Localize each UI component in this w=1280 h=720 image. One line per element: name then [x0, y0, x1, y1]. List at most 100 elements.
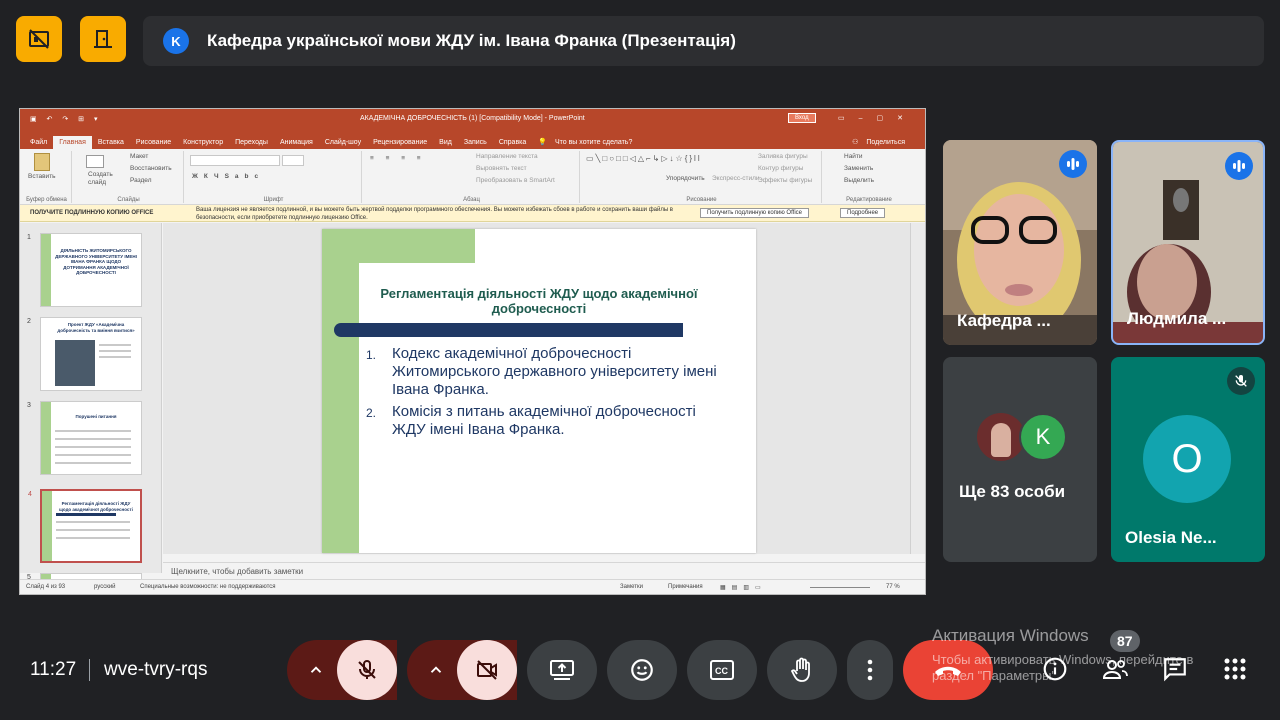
captions-icon: CC — [710, 660, 734, 680]
slide-thumbnail[interactable]: 1 ДІЯЛЬНІСТЬ ЖИТОМИРСЬКОГО ДЕРЖАВНОГО УН… — [27, 233, 142, 307]
emoji-icon — [631, 659, 653, 681]
window-controls[interactable]: ▭–▢✕ — [838, 114, 917, 122]
tab-view[interactable]: Вид — [433, 136, 458, 149]
font-size-box[interactable] — [282, 155, 304, 166]
participant-tile[interactable]: Кафедра ... — [943, 140, 1097, 345]
ppt-login-button[interactable]: Вход — [788, 113, 816, 123]
tab-design[interactable]: Конструктор — [177, 136, 229, 149]
captions-button[interactable]: CC — [687, 640, 757, 700]
tab-home[interactable]: Главная — [53, 136, 92, 149]
new-slide-button[interactable]: Создать слайд — [88, 171, 118, 187]
tab-slideshow[interactable]: Слайд-шоу — [319, 136, 367, 149]
tab-review[interactable]: Рецензирование — [367, 136, 433, 149]
slide-thumbnail[interactable]: 3 Порушені питання — [27, 401, 142, 475]
language-indicator[interactable]: русский — [94, 584, 116, 590]
participant-tile[interactable]: Людмила ... — [1111, 140, 1265, 345]
exit-presentation-button[interactable] — [80, 16, 126, 62]
tab-insert[interactable]: Вставка — [92, 136, 130, 149]
tell-me-search[interactable]: 💡 Что вы хотите сделать? — [532, 135, 644, 149]
camera-toggle-button[interactable] — [457, 640, 517, 700]
paragraph-label: Абзац — [463, 197, 480, 203]
license-more-button[interactable]: Подробнее — [840, 208, 886, 218]
presentation-off-button[interactable] — [16, 16, 62, 62]
more-options-button[interactable] — [847, 640, 893, 700]
slide-thumbnail[interactable]: 2 Проект ЖДУ «Академічна доброчесність т… — [27, 317, 142, 391]
paragraph-buttons[interactable]: ≡ ≡ ≡ ≡ — [370, 155, 426, 162]
slide-list-item: 1. Кодекс академічної доброчесності Житом… — [366, 345, 726, 399]
paste-button[interactable]: Вставить — [28, 173, 56, 180]
thumbnail-text-line — [55, 438, 131, 440]
quick-styles-button[interactable]: Экспресс-стили — [712, 175, 760, 182]
arrange-button[interactable]: Упорядочить — [666, 175, 705, 182]
share-button[interactable]: ⚇ Поделиться — [852, 138, 911, 146]
zoom-level[interactable]: 77 % — [886, 584, 900, 590]
font-label: Шрифт — [263, 197, 284, 203]
ppt-ribbon-tabs: Файл Главная Вставка Рисование Конструкт… — [20, 129, 925, 149]
shape-fill-button[interactable]: Заливка фигуры — [758, 153, 808, 160]
door-icon — [94, 30, 112, 48]
chat-button[interactable] — [1158, 652, 1192, 686]
mic-toggle-button[interactable] — [337, 640, 397, 700]
replace-button[interactable]: Заменить — [844, 165, 873, 172]
select-button[interactable]: Выделить — [844, 177, 874, 184]
license-warning-bar: ПОЛУЧИТЕ ПОДЛИННУЮ КОПИЮ OFFICE Ваша лиц… — [20, 205, 925, 222]
tab-record[interactable]: Запись — [458, 136, 493, 149]
accessibility-status[interactable]: Специальные возможности: не поддерживают… — [140, 584, 276, 590]
meeting-details-button[interactable] — [1038, 652, 1072, 686]
new-slide-icon — [86, 155, 104, 168]
slide-green-band — [322, 229, 359, 553]
text-direction-button[interactable]: Направление текста — [476, 153, 538, 160]
more-participants-label: Ще 83 особи — [959, 482, 1066, 501]
notes-toggle[interactable]: Заметки — [620, 584, 643, 590]
font-format-buttons[interactable]: ЖКЧSabc — [192, 173, 264, 180]
section-button[interactable]: Раздел — [130, 177, 151, 184]
shape-effects-button[interactable]: Эффекты фигуры — [758, 177, 812, 184]
slide-scrollbar[interactable] — [910, 223, 925, 554]
present-screen-button[interactable] — [527, 640, 597, 700]
ribbon-group-slides: Создать слайд Макет Восстановить Раздел … — [74, 151, 184, 203]
more-participants-tile[interactable]: K Ще 83 особи — [943, 357, 1097, 562]
thumbnail-number: 4 — [28, 491, 32, 498]
smartart-button[interactable]: Преобразовать в SmartArt — [476, 177, 555, 184]
ribbon-group-drawing: ▭╲□○□□◁△⌐↳▷↓☆{}ll Упорядочить Экспресс-с… — [582, 151, 822, 203]
slide-thumbnails-pane[interactable]: 1 ДІЯЛЬНІСТЬ ЖИТОМИРСЬКОГО ДЕРЖАВНОГО УН… — [20, 223, 162, 593]
slide-thumbnail-selected[interactable]: 4 Регламентація діяльності ЖДУ щодо акад… — [28, 489, 142, 563]
tab-draw[interactable]: Рисование — [130, 136, 177, 149]
presentation-title: Кафедра української мови ЖДУ ім. Івана Ф… — [207, 31, 736, 50]
reactions-button[interactable] — [607, 640, 677, 700]
speaking-indicator-icon — [1225, 152, 1253, 180]
shape-outline-button[interactable]: Контур фигуры — [758, 165, 803, 172]
ribbon-group-editing: Найти Заменить Выделить Редактирование — [824, 151, 914, 203]
drawing-label: Рисование — [686, 197, 717, 203]
raise-hand-button[interactable] — [767, 640, 837, 700]
thumbnail-number: 2 — [27, 318, 31, 325]
tab-transitions[interactable]: Переходы — [229, 136, 274, 149]
thumbnail-image — [55, 340, 95, 386]
svg-text:CC: CC — [715, 666, 728, 676]
view-buttons[interactable]: ▦▤▥▭ — [720, 584, 767, 591]
zoom-slider[interactable] — [810, 587, 870, 588]
tab-animations[interactable]: Анимация — [274, 136, 319, 149]
thumbnail-title: Проект ЖДУ «Академічна доброчесність та … — [57, 322, 135, 333]
list-item-number: 1. — [366, 348, 377, 362]
notes-pane[interactable]: Щелкните, чтобы добавить заметки — [163, 562, 925, 579]
current-slide[interactable]: Регламентація діяльності ЖДУ щодо академ… — [322, 229, 756, 553]
shapes-gallery[interactable]: ▭╲□○□□◁△⌐↳▷↓☆{}ll — [586, 154, 700, 186]
quick-access-toolbar[interactable]: ▣ ↶ ↷ ⊞ ▾ — [30, 115, 102, 123]
font-name-box[interactable] — [190, 155, 280, 166]
comments-toggle[interactable]: Примечания — [668, 584, 703, 590]
layout-button[interactable]: Макет — [130, 153, 148, 160]
people-button[interactable] — [1098, 652, 1132, 686]
find-button[interactable]: Найти — [844, 153, 863, 160]
ribbon-group-clipboard: Вставить Буфер обмена — [22, 151, 72, 203]
tab-file[interactable]: Файл — [24, 136, 53, 149]
activities-button[interactable] — [1218, 652, 1252, 686]
participant-tile[interactable]: O Olesia Ne... — [1111, 357, 1265, 562]
tab-help[interactable]: Справка — [493, 136, 532, 149]
slide-canvas[interactable]: Регламентація діяльності ЖДУ щодо академ… — [163, 223, 910, 554]
get-genuine-office-button[interactable]: Получить подлинную копию Office — [700, 208, 809, 218]
mic-off-icon — [358, 660, 376, 679]
align-text-button[interactable]: Выровнять текст — [476, 165, 527, 172]
participant-name: Кафедра ... — [957, 311, 1051, 330]
reset-button[interactable]: Восстановить — [130, 165, 172, 172]
